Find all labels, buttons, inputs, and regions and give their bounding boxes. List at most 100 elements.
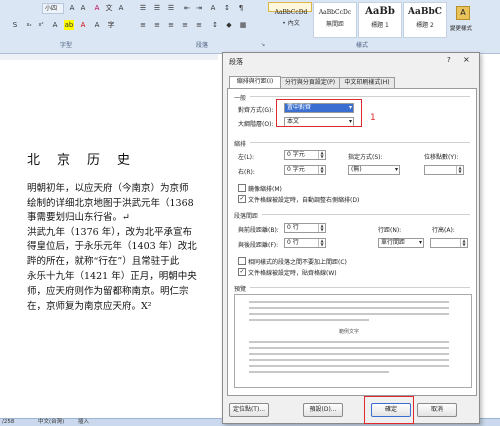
shading-icon[interactable]: ◆ [224, 20, 234, 30]
spinner-arrows-icon[interactable]: ▲ ▼ [456, 166, 463, 174]
chevron-down-icon: ▾ [418, 239, 422, 246]
grow-font-icon[interactable]: A [67, 3, 77, 13]
clear-format-icon[interactable]: A [92, 3, 102, 13]
style-no-spacing[interactable]: AaBbCcDc 無間距 [313, 2, 357, 38]
sort-icon[interactable]: ↕ [222, 3, 232, 13]
enclose-char-icon[interactable]: 字 [106, 20, 116, 30]
doc-line: 跸的所在，就称“行在”）且常驻于此 [27, 256, 180, 267]
style-normal[interactable]: AaBbCcDd • 內文 [268, 2, 312, 27]
indent-by-label: 位移點數(Y): [424, 154, 459, 161]
space-after-spinner[interactable]: 0 行 ▲ ▼ [284, 238, 326, 248]
status-page: /258 [2, 419, 15, 425]
special-indent-value: (無) [351, 166, 362, 173]
line-spacing-select[interactable]: 單行間距 ▾ [378, 238, 424, 248]
highlight-icon[interactable]: ab [64, 20, 74, 30]
snap-to-grid-checkbox[interactable]: ✓ [238, 268, 246, 276]
show-marks-icon[interactable]: ¶ [236, 3, 246, 13]
right-indent-value: 0 字元 [287, 166, 305, 173]
subscript-icon[interactable]: x₂ [24, 20, 34, 30]
chinese-layout-icon[interactable]: A [208, 3, 218, 13]
at-spinner[interactable]: ▲ ▼ [430, 238, 468, 248]
doc-title: 北 京 历 史 [27, 153, 133, 168]
set-default-button[interactable]: 預設(D)... [303, 403, 343, 417]
same-style-spacing-label: 相同樣式的段落之間不要加上間距(C) [248, 259, 347, 266]
superscript-icon[interactable]: x² [36, 20, 46, 30]
special-indent-select[interactable]: (無) ▾ [348, 165, 400, 175]
spinner-arrows-icon[interactable]: ▲ ▼ [318, 151, 325, 159]
style-name: 標題 2 [416, 22, 434, 29]
align-left-icon[interactable]: ≡ [138, 20, 148, 30]
indent-section-title: 縮排 [234, 141, 247, 148]
special-indent-label: 指定方式(S): [348, 154, 383, 161]
preview-line [249, 347, 449, 349]
cancel-button[interactable]: 取消 [417, 403, 457, 417]
space-before-spinner[interactable]: 0 行 ▲ ▼ [284, 223, 326, 233]
distribute-icon[interactable]: ≡ [194, 20, 204, 30]
paragraph-launcher-icon[interactable]: ↘ [258, 40, 268, 50]
line-spacing-icon[interactable]: ↕ [210, 20, 220, 30]
spinner-arrows-icon[interactable]: ▲ ▼ [318, 166, 325, 174]
style-sample: AaBb [365, 6, 395, 17]
help-icon[interactable]: ? [447, 56, 451, 64]
preview-line [249, 353, 449, 355]
justify-icon[interactable]: ≡ [180, 20, 190, 30]
mirror-indent-checkbox[interactable] [238, 184, 246, 192]
document-area[interactable]: 北 京 历 史 明朝初年，以应天府（今南京）为京师 绘制的详细北京地图于洪武元年… [0, 54, 218, 418]
numbering-icon[interactable]: ☰ [152, 3, 162, 13]
spinner-arrows-icon[interactable]: ▲ ▼ [460, 239, 467, 247]
decrease-indent-icon[interactable]: ⇤ [182, 3, 192, 13]
spinner-arrows-icon[interactable]: ▲ ▼ [318, 239, 325, 247]
right-indent-spinner[interactable]: 0 字元 ▲ ▼ [284, 165, 326, 175]
doc-line: 明朝初年，以应天府（今南京）为京师 [27, 183, 189, 194]
ruler [0, 54, 218, 60]
divider [250, 142, 470, 143]
close-icon[interactable]: × [463, 55, 470, 64]
shrink-font-icon[interactable]: A [78, 3, 88, 13]
general-section-title: 一般 [234, 95, 247, 102]
left-indent-spinner[interactable]: 0 字元 ▲ ▼ [284, 150, 326, 160]
doc-line: 师，应天府则作为留都称南京。明仁宗 [27, 286, 189, 297]
left-indent-label: 左(L): [238, 154, 255, 161]
font-size-select[interactable]: 小四 [42, 3, 64, 14]
mirror-indent-label: 鏡像縮排(M) [248, 186, 282, 193]
preview-sample-text: 範例文字 [339, 329, 360, 335]
align-right-icon[interactable]: ≡ [166, 20, 176, 30]
align-center-icon[interactable]: ≡ [152, 20, 162, 30]
char-border-icon[interactable]: A [116, 3, 126, 13]
tabs-button[interactable]: 定位點(T)... [229, 403, 269, 417]
indent-by-spinner[interactable]: ▲ ▼ [424, 165, 464, 175]
borders-icon[interactable]: ▦ [238, 20, 248, 30]
divider [250, 287, 470, 288]
status-language[interactable]: 中文(台灣) [38, 419, 64, 426]
chevron-down-icon: ▾ [394, 166, 398, 173]
space-before-label: 與前段距離(B): [238, 227, 279, 234]
font-color-icon[interactable]: A [78, 20, 88, 30]
strike-icon[interactable]: S [10, 20, 20, 30]
change-styles-label[interactable]: 變更樣式 [450, 24, 472, 32]
style-sample: AaBbCcDd [274, 9, 308, 16]
bullets-icon[interactable]: ☰ [138, 3, 148, 13]
change-styles-icon[interactable]: A [456, 6, 470, 20]
auto-adjust-indent-checkbox[interactable]: ✓ [238, 195, 246, 203]
alignment-label: 對齊方式(G): [238, 107, 274, 114]
annotation-box-alignment [276, 99, 362, 127]
style-sample: AaBbC [408, 7, 442, 17]
preview-box: 範例文字 [234, 294, 472, 388]
doc-line: 得皇位后，于永乐元年（1403 年）改北 [27, 241, 197, 252]
status-mode[interactable]: 插入 [78, 419, 89, 426]
same-style-spacing-checkbox[interactable] [238, 257, 246, 265]
char-shading-icon[interactable]: A [92, 20, 102, 30]
doc-line: 永乐十九年（1421 年）正月，明朝中央 [27, 271, 197, 282]
style-heading-1[interactable]: AaBb 標題 1 [358, 2, 402, 38]
increase-indent-icon[interactable]: ⇥ [194, 3, 204, 13]
preview-line [249, 301, 449, 303]
preview-line [249, 319, 369, 321]
spinner-arrows-icon[interactable]: ▲ ▼ [318, 224, 325, 232]
doc-line: 洪武九年（1376 年），改为北平承宣布 [27, 227, 192, 238]
dialog-title: 段落 [229, 58, 243, 66]
text-effect-icon[interactable]: A [50, 20, 60, 30]
multilevel-icon[interactable]: ☰ [166, 3, 176, 13]
phonetic-icon[interactable]: 文 [104, 3, 114, 13]
line-spacing-value: 單行間距 [381, 239, 406, 246]
style-heading-2[interactable]: AaBbC 標題 2 [403, 2, 447, 38]
